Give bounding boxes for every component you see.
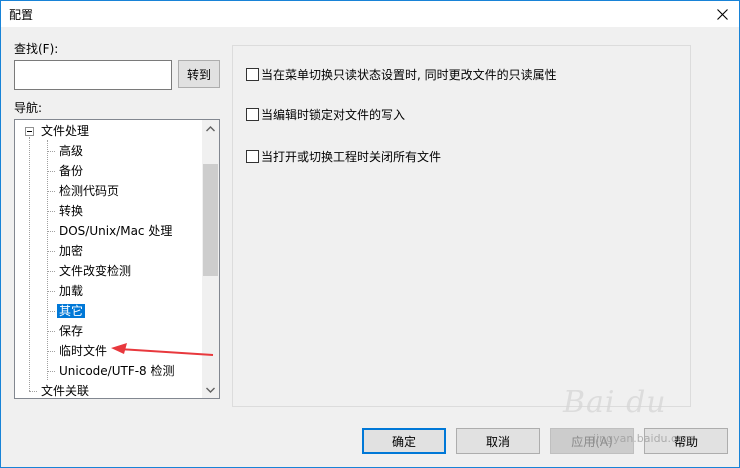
tree-node[interactable]: 文件处理 — [39, 121, 91, 141]
tree-connector — [47, 140, 49, 380]
option-label: 当在菜单切换只读状态设置时, 同时更改文件的只读属性 — [261, 67, 557, 82]
option-checkbox[interactable] — [246, 67, 259, 81]
tree-item-label: 文件处理 — [41, 124, 90, 138]
scroll-down-button[interactable] — [202, 381, 219, 398]
window-title: 配置 — [9, 8, 34, 22]
tree-leaf[interactable]: 转换 — [57, 201, 85, 221]
tree-item-label: 临时文件 — [59, 344, 108, 358]
tree-leaf[interactable]: DOS/Unix/Mac 处理 — [57, 221, 174, 241]
go-button[interactable]: 转到 — [178, 60, 220, 88]
option-lock-write[interactable]: 当编辑时锁定对文件的写入 — [246, 106, 405, 122]
scroll-thumb[interactable] — [203, 164, 218, 276]
tree-leaf[interactable]: Unicode/UTF-8 检测 — [57, 361, 177, 381]
nav-label: 导航: — [14, 101, 43, 115]
baidu-watermark: Bai du jingyan.baidu.com — [563, 385, 713, 455]
tree-item-label: 文件关联 — [41, 384, 90, 398]
tree-connector — [29, 391, 37, 393]
chevron-down-icon — [206, 387, 215, 393]
tree-leaf[interactable]: 检测代码页 — [57, 181, 121, 201]
tree-leaf[interactable]: 加载 — [57, 281, 85, 301]
tree-item-label: 检测代码页 — [59, 184, 120, 198]
option-checkbox[interactable] — [246, 107, 259, 121]
options-panel: 当在菜单切换只读状态设置时, 同时更改文件的只读属性 当编辑时锁定对文件的写入 … — [232, 45, 691, 407]
tree-item-label: 加密 — [59, 244, 84, 258]
tree-item-label: 加载 — [59, 284, 84, 298]
option-label: 当打开或切换工程时关闭所有文件 — [261, 149, 442, 164]
watermark-url: jingyan.baidu.com — [593, 432, 695, 445]
minus-box-icon[interactable] — [25, 127, 34, 136]
tree-item-label: Unicode/UTF-8 检测 — [59, 364, 175, 378]
tree-leaf[interactable]: 文件改变检测 — [57, 261, 133, 281]
config-dialog: 配置 查找(F): 转到 导航: 文件处理高级备份检测代码页转换 DOS/Unix… — [0, 0, 740, 468]
annotation-arrow — [111, 343, 214, 356]
find-label: 查找(F): — [14, 42, 59, 56]
tree-connector — [29, 137, 31, 391]
option-label: 当编辑时锁定对文件的写入 — [261, 107, 406, 122]
tree-item-label: 其它 — [55, 303, 87, 319]
title-bar: 配置 — [1, 1, 739, 27]
option-close-all[interactable]: 当打开或切换工程时关闭所有文件 — [246, 148, 441, 164]
close-icon — [716, 8, 728, 20]
find-input[interactable] — [14, 60, 172, 90]
tree-item-label: 备份 — [59, 164, 84, 178]
scroll-up-button[interactable] — [202, 120, 219, 137]
tree-leaf[interactable]: 临时文件 — [57, 341, 109, 361]
watermark-brand: Bai du — [563, 385, 667, 420]
tree-item-label: 高级 — [59, 144, 84, 158]
tree-leaf[interactable]: 保存 — [57, 321, 85, 341]
tree-leaf[interactable]: 其它 — [55, 301, 87, 321]
cancel-button[interactable]: 取消 — [456, 428, 540, 454]
tree-leaf[interactable]: 高级 — [57, 141, 85, 161]
chevron-up-icon — [206, 125, 215, 131]
tree-item-label: 文件改变检测 — [59, 264, 132, 278]
tree-item-label: DOS/Unix/Mac 处理 — [59, 224, 173, 238]
close-button[interactable] — [705, 1, 739, 27]
ok-button[interactable]: 确定 — [362, 428, 446, 454]
tree-item-label: 转换 — [59, 204, 84, 218]
tree-node[interactable]: 文件关联 — [39, 381, 91, 398]
tree-item-label: 保存 — [59, 324, 84, 338]
option-checkbox[interactable] — [246, 149, 259, 163]
tree-leaf[interactable]: 加密 — [57, 241, 85, 261]
option-readonly-attr[interactable]: 当在菜单切换只读状态设置时, 同时更改文件的只读属性 — [246, 66, 557, 82]
tree-leaf[interactable]: 备份 — [57, 161, 85, 181]
